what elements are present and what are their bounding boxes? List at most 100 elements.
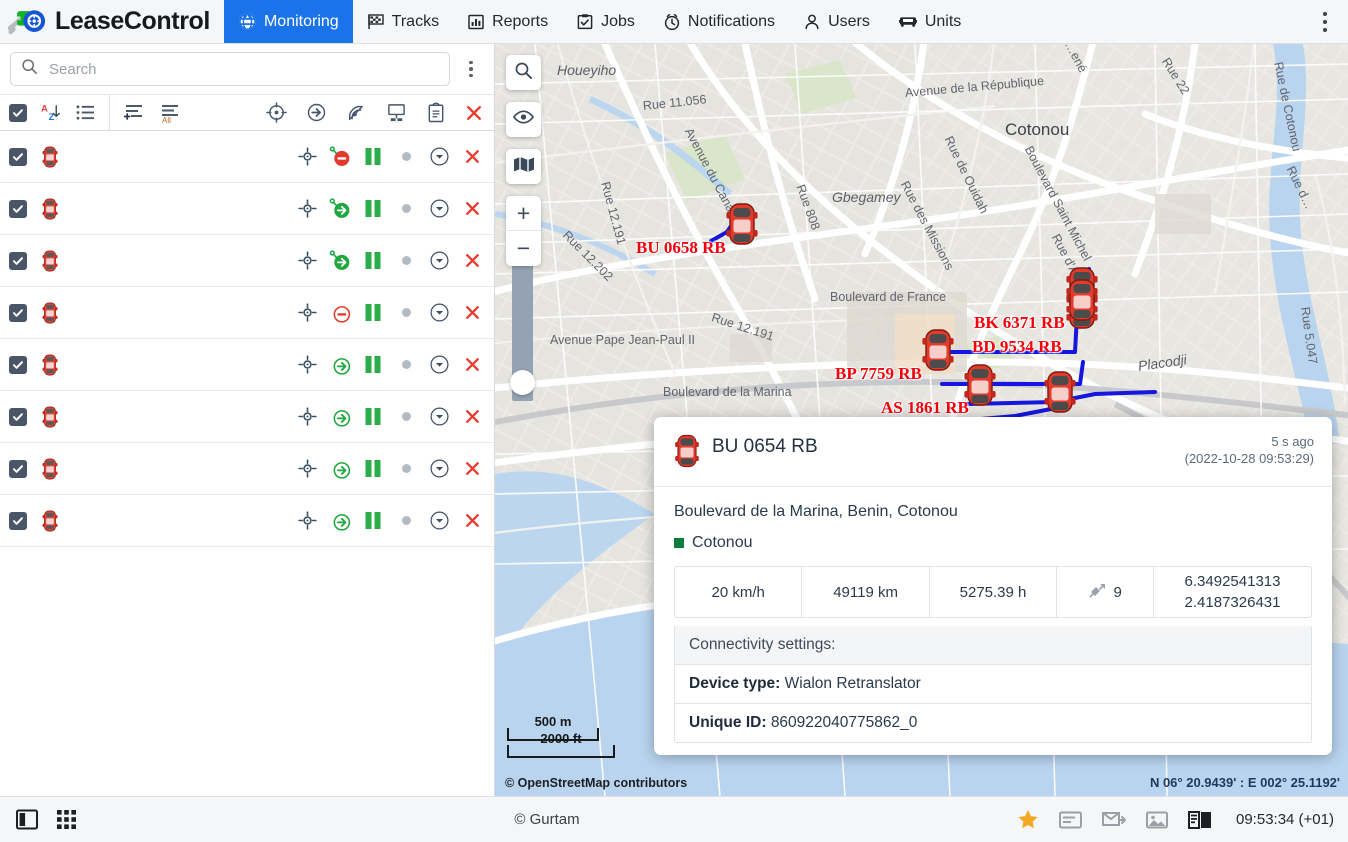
signal-bars-icon[interactable] (362, 406, 384, 428)
motion-moving-icon[interactable] (329, 406, 351, 428)
remove-unit-icon[interactable] (461, 458, 483, 480)
unit-checkbox[interactable] (9, 303, 27, 322)
unit-checkbox[interactable] (9, 355, 27, 374)
layout-split-icon[interactable] (1188, 810, 1212, 829)
unit-row[interactable] (0, 391, 494, 443)
image-icon[interactable] (1146, 811, 1168, 829)
arrow-right-circle-icon[interactable] (306, 102, 327, 123)
locate-unit-icon[interactable] (296, 354, 318, 376)
card-icon[interactable] (1059, 811, 1082, 829)
locate-unit-icon[interactable] (296, 198, 318, 220)
remove-unit-icon[interactable] (461, 406, 483, 428)
motion-blocked-icon[interactable] (329, 302, 351, 324)
locate-unit-icon[interactable] (296, 406, 318, 428)
satellite-dish-icon[interactable] (346, 102, 367, 123)
grid-apps-icon[interactable] (56, 809, 77, 830)
main-nav: Monitoring Tracks Reports Jobs Notificat… (223, 0, 975, 43)
list-all-icon[interactable]: All (160, 103, 182, 123)
kebab-menu-icon[interactable] (1302, 0, 1348, 43)
map-vehicle-marker[interactable] (921, 328, 955, 377)
mail-forward-icon[interactable] (1102, 811, 1126, 829)
signal-bars-icon[interactable] (362, 354, 384, 376)
clipboard-icon[interactable] (426, 102, 446, 123)
unit-menu-chevron-icon[interactable] (428, 250, 450, 272)
signal-bars-icon[interactable] (362, 458, 384, 480)
remove-unit-icon[interactable] (461, 198, 483, 220)
unit-checkbox[interactable] (9, 199, 27, 218)
list-view-icon[interactable] (76, 104, 95, 121)
map-attribution[interactable]: © OpenStreetMap contributors (505, 776, 687, 790)
unit-menu-chevron-icon[interactable] (428, 406, 450, 428)
unit-row[interactable] (0, 495, 494, 547)
signal-bars-icon[interactable] (362, 510, 384, 532)
zoom-slider-handle[interactable] (510, 370, 535, 395)
locate-unit-icon[interactable] (296, 458, 318, 480)
nav-item-reports[interactable]: Reports (453, 0, 562, 43)
zoom-out-button[interactable]: − (506, 231, 541, 266)
unit-menu-chevron-icon[interactable] (428, 198, 450, 220)
zoom-in-button[interactable]: + (506, 196, 541, 231)
nav-item-monitoring[interactable]: Monitoring (223, 0, 353, 43)
unit-row[interactable] (0, 235, 494, 287)
motion-moving-icon[interactable] (329, 458, 351, 480)
signal-bars-icon[interactable] (362, 146, 384, 168)
map-layers-button[interactable] (506, 149, 541, 184)
locate-unit-icon[interactable] (296, 146, 318, 168)
motion-moving-icon[interactable] (329, 354, 351, 376)
unit-row[interactable] (0, 183, 494, 235)
map-visibility-button[interactable] (506, 102, 541, 137)
remove-unit-icon[interactable] (461, 354, 483, 376)
signal-bars-icon[interactable] (362, 198, 384, 220)
map-search-button[interactable] (506, 55, 541, 90)
remove-unit-icon[interactable] (461, 146, 483, 168)
close-all-icon[interactable] (465, 104, 483, 122)
search-input[interactable] (47, 59, 439, 79)
map-vehicle-marker[interactable] (725, 202, 759, 251)
unit-menu-chevron-icon[interactable] (428, 302, 450, 324)
unit-checkbox[interactable] (9, 147, 27, 166)
panel-toggle-icon[interactable] (16, 809, 38, 830)
signal-bars-icon[interactable] (362, 250, 384, 272)
monitor-icon[interactable] (386, 102, 407, 123)
signal-bars-icon[interactable] (362, 302, 384, 324)
remove-unit-icon[interactable] (461, 510, 483, 532)
motion-blocked-icon[interactable] (329, 145, 351, 168)
sidebar-options-kebab-icon[interactable] (454, 52, 488, 86)
unit-row[interactable] (0, 287, 494, 339)
unit-menu-chevron-icon[interactable] (428, 146, 450, 168)
star-icon[interactable] (1017, 809, 1039, 830)
unit-actions (288, 458, 483, 480)
nav-item-units[interactable]: Units (884, 0, 975, 43)
locate-unit-icon[interactable] (296, 250, 318, 272)
unit-row[interactable] (0, 131, 494, 183)
motion-moving-icon[interactable] (329, 197, 351, 220)
search-box[interactable] (10, 52, 450, 86)
unit-menu-chevron-icon[interactable] (428, 458, 450, 480)
sort-alpha-icon[interactable]: AZ (41, 103, 62, 122)
locate-unit-icon[interactable] (296, 510, 318, 532)
motion-moving-icon[interactable] (329, 510, 351, 532)
nav-item-jobs[interactable]: Jobs (562, 0, 649, 43)
map-vehicle-marker[interactable] (1043, 370, 1077, 419)
status-dot-icon (395, 198, 417, 220)
crosshair-icon[interactable] (266, 102, 287, 123)
nav-item-notifications[interactable]: Notifications (649, 0, 789, 43)
unit-checkbox[interactable] (9, 407, 27, 426)
unit-row[interactable] (0, 443, 494, 495)
select-all-checkbox[interactable] (9, 103, 27, 122)
map-panel[interactable]: Houeyiho Rue 11.056 Avenue du Canada Rue 12… (495, 44, 1348, 796)
unit-checkbox[interactable] (9, 251, 27, 270)
motion-moving-icon[interactable] (329, 249, 351, 272)
locate-unit-icon[interactable] (296, 302, 318, 324)
remove-unit-icon[interactable] (461, 250, 483, 272)
map-vehicle-marker[interactable] (1065, 278, 1099, 327)
unit-menu-chevron-icon[interactable] (428, 510, 450, 532)
nav-item-tracks[interactable]: Tracks (353, 0, 453, 43)
remove-unit-icon[interactable] (461, 302, 483, 324)
unit-checkbox[interactable] (9, 459, 27, 478)
nav-item-users[interactable]: Users (789, 0, 884, 43)
unit-row[interactable] (0, 339, 494, 391)
unit-menu-chevron-icon[interactable] (428, 354, 450, 376)
list-add-icon[interactable] (124, 103, 146, 123)
unit-checkbox[interactable] (9, 511, 27, 530)
